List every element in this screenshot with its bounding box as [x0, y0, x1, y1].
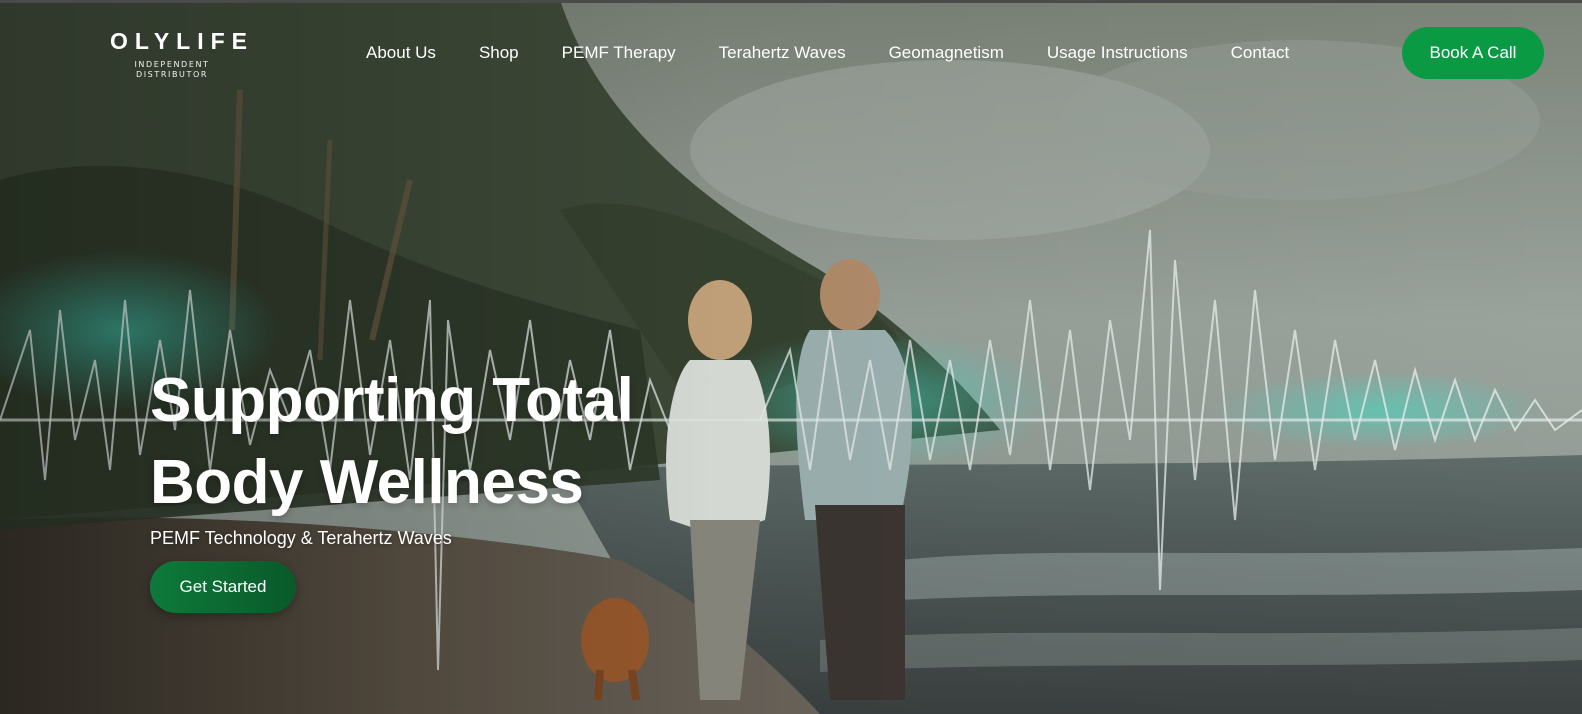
main-nav: About Us Shop PEMF Therapy Terahertz Wav…	[366, 40, 1289, 66]
nav-link-about-us[interactable]: About Us	[366, 40, 436, 66]
brand-logo[interactable]: OLYLIFE INDEPENDENT DISTRIBUTOR	[104, 28, 254, 80]
nav-link-pemf-therapy[interactable]: PEMF Therapy	[562, 40, 676, 66]
site-header: OLYLIFE INDEPENDENT DISTRIBUTOR About Us…	[0, 0, 1582, 100]
nav-link-shop[interactable]: Shop	[479, 40, 519, 66]
top-border	[0, 0, 1582, 3]
hero-section: OLYLIFE INDEPENDENT DISTRIBUTOR About Us…	[0, 0, 1582, 714]
book-a-call-button[interactable]: Book A Call	[1402, 27, 1544, 79]
hero-title-line-2: Body Wellness	[150, 448, 584, 517]
brand-tagline: INDEPENDENT DISTRIBUTOR	[134, 60, 210, 79]
nav-link-contact[interactable]: Contact	[1231, 40, 1290, 66]
nav-link-geomagnetism[interactable]: Geomagnetism	[889, 40, 1004, 66]
nav-link-usage-instructions[interactable]: Usage Instructions	[1047, 40, 1188, 66]
nav-link-terahertz-waves[interactable]: Terahertz Waves	[719, 40, 846, 66]
hero-subtitle: PEMF Technology & Terahertz Waves	[150, 528, 452, 548]
hero-title-line-1: Supporting Total	[150, 366, 634, 435]
hero-title: Supporting Total Body Wellness	[150, 360, 770, 524]
get-started-button[interactable]: Get Started	[150, 561, 296, 613]
brand-name: OLYLIFE	[110, 28, 254, 54]
